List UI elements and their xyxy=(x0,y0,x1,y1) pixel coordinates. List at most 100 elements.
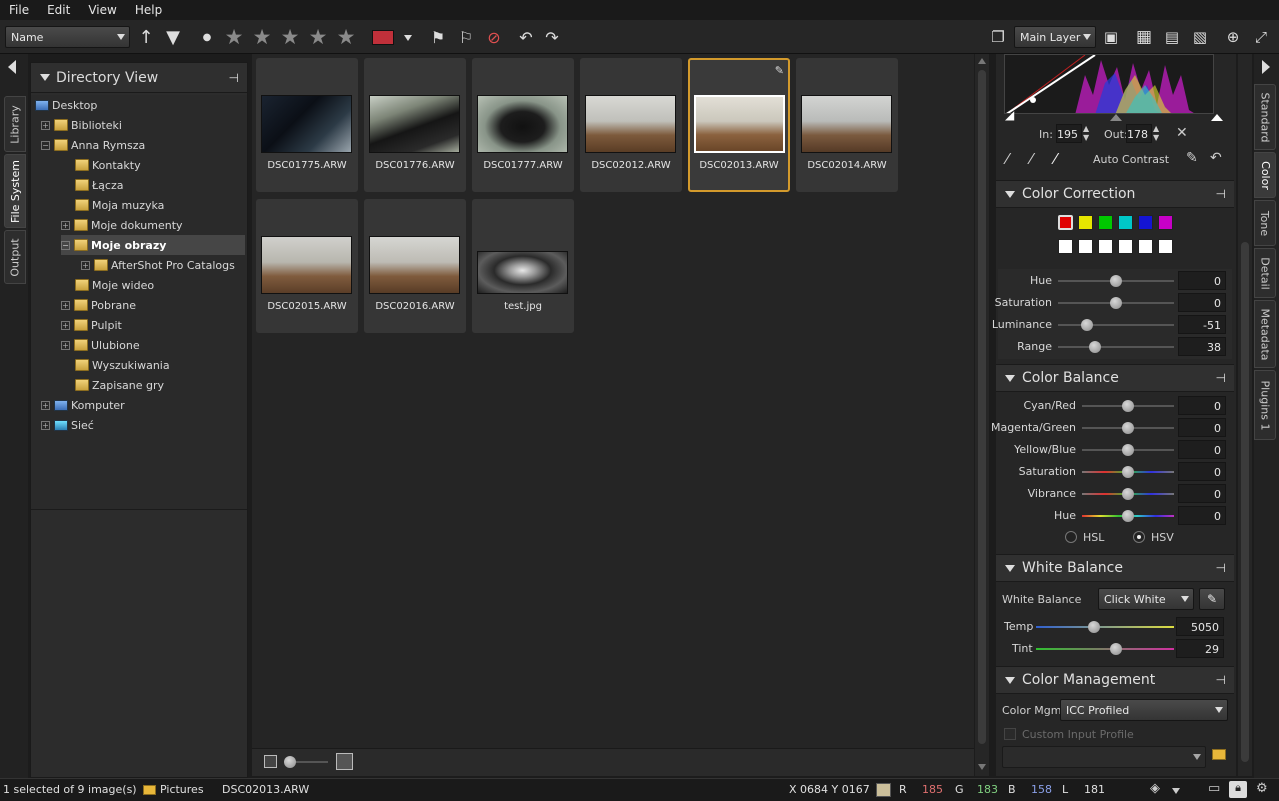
tab-library[interactable]: Library xyxy=(4,96,26,152)
panel-scroll-thumb[interactable] xyxy=(1241,242,1249,762)
swatch-cyan[interactable] xyxy=(1118,215,1133,230)
custom-swatch[interactable] xyxy=(1058,239,1073,254)
slider-knob[interactable] xyxy=(1089,341,1102,353)
magenta-green-slider[interactable] xyxy=(1082,422,1174,434)
tree-item[interactable]: Wyszukiwania xyxy=(75,355,170,375)
menu-help[interactable]: Help xyxy=(126,3,171,17)
slider-knob[interactable] xyxy=(1122,488,1134,500)
tab-color[interactable]: Color xyxy=(1254,152,1276,198)
tree-item-selected[interactable]: − Moje obrazy xyxy=(61,235,245,255)
directory-header[interactable]: Directory View ⊣ xyxy=(31,63,247,93)
star-icon-3[interactable]: ★ xyxy=(278,25,302,49)
tint-slider[interactable] xyxy=(1036,643,1174,655)
custom-swatch[interactable] xyxy=(1098,239,1113,254)
in-value-field[interactable]: 195 xyxy=(1056,124,1082,143)
tree-item[interactable]: + Sieć xyxy=(41,415,94,435)
slider-value[interactable]: 0 xyxy=(1178,418,1226,437)
thumbnail[interactable]: DSC02014.ARW xyxy=(796,58,898,192)
expand-icon[interactable]: + xyxy=(81,260,90,270)
tree-item-desktop[interactable]: Desktop xyxy=(35,95,97,115)
custom-swatch[interactable] xyxy=(1158,239,1173,254)
menu-file[interactable]: File xyxy=(0,3,38,17)
custom-swatch[interactable] xyxy=(1078,239,1093,254)
slider-value[interactable]: -51 xyxy=(1178,315,1226,334)
thumbnail[interactable]: test.jpg xyxy=(472,199,574,333)
scroll-down-icon[interactable] xyxy=(978,764,986,770)
slider-knob[interactable] xyxy=(1122,422,1134,434)
collapse-left-icon[interactable] xyxy=(8,60,16,74)
tab-metadata[interactable]: Metadata xyxy=(1254,300,1276,368)
collapse-triangle-icon[interactable] xyxy=(1005,564,1015,572)
reset-curve-icon[interactable]: ✕ xyxy=(1176,125,1188,141)
current-folder[interactable]: Pictures xyxy=(160,783,204,796)
color-mgmt-dropdown[interactable]: ICC Profiled xyxy=(1060,699,1228,721)
slider-value[interactable]: 0 xyxy=(1178,396,1226,415)
collapse-triangle-icon[interactable] xyxy=(1005,676,1015,684)
panel-scrollbar[interactable] xyxy=(1238,54,1252,776)
flag-icon[interactable]: ⚑ xyxy=(426,25,450,49)
tree-item[interactable]: + Pobrane xyxy=(61,295,136,315)
layer-dropdown[interactable]: Main Layer xyxy=(1014,26,1096,48)
slider-value[interactable]: 0 xyxy=(1178,484,1226,503)
tree-item[interactable]: + Moje dokumenty xyxy=(61,215,183,235)
saturation-slider[interactable] xyxy=(1058,297,1174,309)
balance-hue-slider[interactable] xyxy=(1082,510,1174,522)
slider-knob[interactable] xyxy=(1122,400,1134,412)
sort-dropdown[interactable]: Name xyxy=(5,26,130,48)
tree-item[interactable]: Kontakty xyxy=(75,155,141,175)
tab-standard[interactable]: Standard xyxy=(1254,84,1276,150)
filter-icon[interactable]: ▼ xyxy=(161,25,185,49)
tree-item[interactable]: + AfterShot Pro Catalogs xyxy=(81,255,235,275)
tree-item[interactable]: + Komputer xyxy=(41,395,125,415)
tab-output[interactable]: Output xyxy=(4,230,26,284)
slider-knob[interactable] xyxy=(1081,319,1093,331)
slider-knob[interactable] xyxy=(1122,444,1134,456)
monitor-icon[interactable]: ▭ xyxy=(1208,781,1220,796)
sort-up-icon[interactable]: ↑ xyxy=(134,25,158,49)
tab-tone[interactable]: Tone xyxy=(1254,200,1276,246)
white-eyedropper-icon[interactable]: ⁄ xyxy=(1054,150,1057,168)
rating-clear-icon[interactable]: ● xyxy=(195,25,219,49)
proof-icon[interactable]: ◈ xyxy=(1150,781,1160,796)
tab-file-system[interactable]: File System xyxy=(4,154,26,228)
tree-item[interactable]: Moja muzyka xyxy=(75,195,164,215)
color-management-header[interactable]: Color Management ⊣ xyxy=(996,666,1234,694)
tab-plugins[interactable]: Plugins 1 xyxy=(1254,370,1276,440)
swatch-blue[interactable] xyxy=(1138,215,1153,230)
menu-view[interactable]: View xyxy=(79,3,125,17)
black-eyedropper-icon[interactable]: ⁄ xyxy=(1006,150,1009,168)
thumbnail[interactable]: DSC01777.ARW xyxy=(472,58,574,192)
expand-icon[interactable]: + xyxy=(61,320,70,330)
out-stepper-icon[interactable]: ▲ ▼ xyxy=(1153,124,1159,142)
tab-detail[interactable]: Detail xyxy=(1254,248,1276,298)
expand-icon[interactable]: + xyxy=(61,220,70,230)
auto-contrast-button[interactable]: Auto Contrast xyxy=(1093,153,1169,166)
custom-profile-checkbox[interactable] xyxy=(1004,728,1016,740)
slider-knob[interactable] xyxy=(1122,466,1134,478)
slider-value[interactable]: 0 xyxy=(1178,293,1226,312)
collapse-right-icon[interactable] xyxy=(1262,60,1270,74)
range-slider[interactable] xyxy=(1058,341,1174,353)
tree-item[interactable]: + Pulpit xyxy=(61,315,122,335)
hsl-radio[interactable] xyxy=(1065,531,1077,543)
expand-icon[interactable]: + xyxy=(41,120,50,130)
tree-item[interactable]: Łącza xyxy=(75,175,124,195)
slider-knob[interactable] xyxy=(1110,643,1123,655)
pin-icon[interactable]: ⊣ xyxy=(1216,371,1226,385)
custom-swatch[interactable] xyxy=(1118,239,1133,254)
menu-edit[interactable]: Edit xyxy=(38,3,79,17)
slider-knob[interactable] xyxy=(1110,275,1122,287)
pin-icon[interactable]: ⊣ xyxy=(1216,673,1226,687)
collapse-triangle-icon[interactable] xyxy=(1005,374,1015,382)
yellow-blue-slider[interactable] xyxy=(1082,444,1174,456)
slider-value[interactable]: 29 xyxy=(1176,639,1224,658)
white-balance-dropdown[interactable]: Click White xyxy=(1098,588,1194,610)
collapse-triangle-icon[interactable] xyxy=(40,74,50,81)
tree-item[interactable]: Zapisane gry xyxy=(75,375,164,395)
thumbnail[interactable]: DSC01775.ARW xyxy=(256,58,358,192)
rotate-left-icon[interactable]: ↶ xyxy=(514,25,538,49)
star-icon-5[interactable]: ★ xyxy=(334,25,358,49)
expand-icon[interactable]: + xyxy=(61,340,70,350)
in-stepper-icon[interactable]: ▲ ▼ xyxy=(1083,124,1089,142)
settings-icon[interactable]: ⚙ xyxy=(1256,781,1268,796)
